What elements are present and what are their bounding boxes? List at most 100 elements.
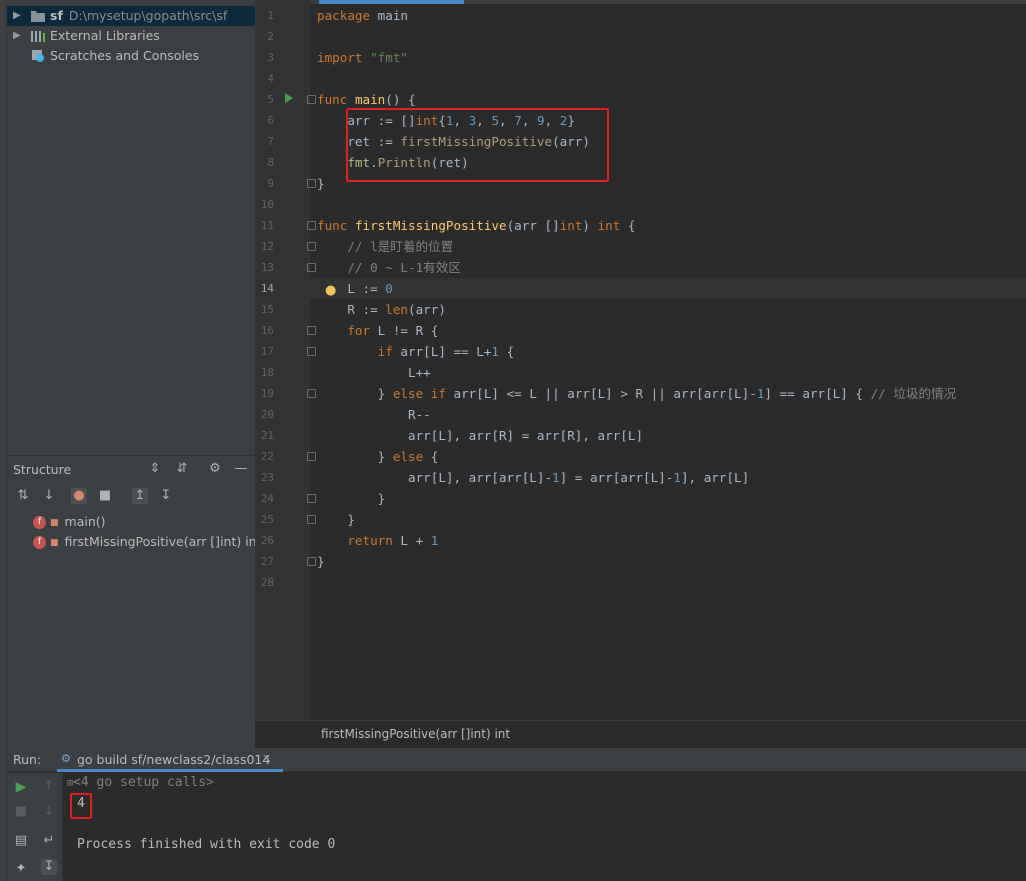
code-text: } — [317, 491, 386, 506]
line-number: 19 — [260, 387, 274, 400]
show-fields-icon[interactable]: ■ — [97, 488, 113, 504]
fold-icon[interactable] — [307, 221, 316, 230]
code-line[interactable]: 18 L++ — [255, 362, 1026, 383]
structure-item-main[interactable]: f ■ main() — [33, 512, 106, 532]
fold-icon[interactable] — [307, 263, 316, 272]
code-text: R-- — [317, 407, 431, 422]
line-number: 26 — [260, 534, 274, 547]
run-gutter-icon[interactable] — [285, 93, 293, 103]
sort-by-visibility-icon[interactable]: ⇅ — [15, 488, 31, 504]
line-number: 28 — [260, 576, 274, 589]
code-line[interactable]: 10 — [255, 194, 1026, 215]
collapse-all-icon[interactable]: ⇵ — [174, 461, 190, 477]
code-line[interactable]: 27} — [255, 551, 1026, 572]
go-build-icon: ⚙ — [61, 752, 71, 765]
fold-icon[interactable] — [307, 452, 316, 461]
code-line[interactable]: 25 } — [255, 509, 1026, 530]
fold-icon[interactable] — [307, 242, 316, 251]
autoscroll-to-source-icon[interactable]: ↥ — [132, 488, 148, 504]
project-name: sf — [50, 8, 63, 23]
expand-arrow-icon[interactable]: ▶ — [13, 26, 23, 46]
code-line[interactable]: 16 for L != R { — [255, 320, 1026, 341]
structure-title: Structure — [13, 462, 72, 477]
rerun-icon[interactable]: ▶ — [13, 779, 29, 795]
down-arrow-icon[interactable]: ↓ — [41, 804, 57, 820]
line-number: 24 — [260, 492, 274, 505]
code-line[interactable]: 23 arr[L], arr[arr[L]-1] = arr[arr[L]-1]… — [255, 467, 1026, 488]
code-line[interactable]: 5 func main() { — [255, 89, 1026, 110]
library-icon — [31, 31, 45, 42]
code-text: func main() { — [317, 92, 416, 107]
fold-icon[interactable] — [307, 95, 316, 104]
code-line[interactable]: 12 // l是盯着的位置 — [255, 236, 1026, 257]
code-text: for L != R { — [347, 323, 439, 338]
stop-icon[interactable]: ■ — [13, 804, 29, 820]
code-line[interactable]: 13 // 0 ~ L-1有效区 — [255, 257, 1026, 278]
structure-item-firstmissingpositive[interactable]: f ■ firstMissingPositive(arr []int) int — [33, 532, 262, 552]
up-arrow-icon[interactable]: ↑ — [41, 779, 57, 795]
function-icon: f — [33, 536, 46, 549]
fold-icon[interactable] — [307, 494, 316, 503]
line-number: 15 — [260, 303, 274, 316]
minimize-icon[interactable]: — — [233, 461, 249, 477]
console-output[interactable]: ⊞<4 go setup calls> 4 Process finished w… — [63, 773, 1026, 881]
run-toolbar: ▶ ↑ ■ ↓ ▤ ↵ ✦ ↧ — [7, 773, 63, 881]
code-line[interactable]: 20 R-- — [255, 404, 1026, 425]
gear-icon[interactable]: ⚙ — [207, 461, 223, 477]
lock-icon: ■ — [50, 517, 59, 528]
code-text: package main — [317, 8, 408, 23]
console-setup-calls[interactable]: ⊞<4 go setup calls> — [67, 773, 214, 793]
expand-all-icon[interactable]: ⇕ — [147, 461, 163, 477]
code-line[interactable]: 2 — [255, 26, 1026, 47]
expand-arrow-icon[interactable]: ▶ — [13, 6, 23, 26]
autoscroll-from-source-icon[interactable]: ↧ — [158, 488, 174, 504]
line-number: 11 — [260, 219, 274, 232]
tree-item-sf[interactable]: ▶ sf D:\mysetup\gopath\src\sf — [7, 6, 255, 26]
code-text: } — [317, 554, 325, 569]
line-number: 4 — [267, 72, 274, 85]
breadcrumb[interactable]: firstMissingPositive(arr []int) int — [255, 720, 1026, 748]
code-line[interactable]: 3 import "fmt" — [255, 47, 1026, 68]
line-number: 9 — [267, 177, 274, 190]
line-number: 6 — [267, 114, 274, 127]
fold-icon[interactable] — [307, 515, 316, 524]
code-line[interactable]: 17 if arr[L] == L+1 { — [255, 341, 1026, 362]
code-text: arr[L], arr[arr[L]-1] = arr[arr[L]-1], a… — [317, 470, 750, 485]
fold-icon[interactable] — [307, 389, 316, 398]
code-line[interactable]: 21 arr[L], arr[R] = arr[R], arr[L] — [255, 425, 1026, 446]
code-text: import "fmt" — [317, 50, 409, 65]
fold-icon[interactable] — [307, 557, 316, 566]
code-line[interactable]: 22 } else { — [255, 446, 1026, 467]
code-line[interactable]: 4 — [255, 68, 1026, 89]
folder-icon — [31, 11, 45, 22]
code-line[interactable]: 1 package main — [255, 5, 1026, 26]
breadcrumb-text: firstMissingPositive(arr []int) int — [321, 727, 511, 741]
code-line[interactable]: 26 return L + 1 — [255, 530, 1026, 551]
code-text: arr[L], arr[R] = arr[R], arr[L] — [317, 428, 644, 443]
code-line[interactable]: 28 — [255, 572, 1026, 593]
code-line[interactable]: 14 ● L := 0 — [255, 278, 1026, 299]
code-line[interactable]: 19 } else if arr[L] <= L || arr[L] > R |… — [255, 383, 1026, 404]
tree-item-label: Scratches and Consoles — [50, 48, 200, 63]
fold-icon[interactable] — [307, 179, 316, 188]
project-path: D:\mysetup\gopath\src\sf — [68, 8, 228, 23]
code-line[interactable]: 24 } — [255, 488, 1026, 509]
line-number: 22 — [260, 450, 274, 463]
sort-alphabetically-icon[interactable]: ↓ — [41, 488, 57, 504]
project-panel: ▶ sf D:\mysetup\gopath\src\sf ▶ External … — [7, 0, 255, 455]
fold-icon[interactable] — [307, 326, 316, 335]
soft-wrap-icon[interactable]: ↵ — [41, 833, 57, 849]
scroll-to-end-icon[interactable]: ↧ — [41, 859, 57, 875]
show-non-public-icon[interactable]: ● — [71, 488, 87, 504]
layout-icon[interactable]: ▤ — [13, 833, 29, 849]
structure-item-label: firstMissingPositive(arr []int) int — [64, 534, 262, 549]
code-text: return L + 1 — [347, 533, 439, 548]
run-tab[interactable]: ⚙ go build sf/newclass2/class014 ✕ — [57, 748, 283, 772]
code-line[interactable]: 11 func firstMissingPositive(arr []int) i… — [255, 215, 1026, 236]
fold-icon[interactable] — [307, 347, 316, 356]
code-line[interactable]: 15 R := len(arr) — [255, 299, 1026, 320]
structure-panel: Structure ⇕ ⇵ ⚙ — ⇅ ↓ ● ■ ↥ ↧ f ■ main() f… — [7, 455, 262, 748]
line-number: 17 — [260, 345, 274, 358]
close-icon[interactable]: ✕ — [262, 752, 271, 765]
pin-icon[interactable]: ✦ — [13, 861, 29, 877]
